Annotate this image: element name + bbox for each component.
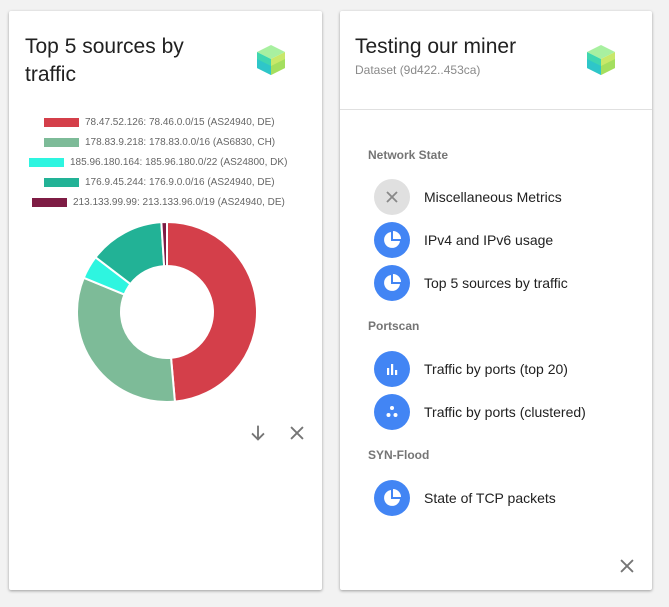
widget-list-item[interactable]: Miscellaneous Metrics	[374, 177, 644, 217]
arrow-down-icon[interactable]	[247, 422, 269, 444]
bar-chart-icon	[387, 364, 398, 375]
widget-label: State of TCP packets	[424, 490, 556, 506]
legend-label: 213.133.99.99: 213.133.96.0/19 (AS24940,…	[73, 196, 285, 208]
legend-swatch	[32, 197, 67, 207]
cube-icon	[587, 45, 615, 75]
widget-label: Traffic by ports (top 20)	[424, 361, 568, 377]
legend-swatch	[29, 157, 64, 167]
cube-icon	[257, 45, 285, 75]
widget-list-item[interactable]: Top 5 sources by traffic	[374, 263, 644, 303]
pie-chart-icon	[384, 231, 401, 248]
widget-list-item[interactable]: Traffic by ports (top 20)	[374, 349, 644, 389]
legend-item[interactable]: 176.9.45.244: 176.9.0.0/16 (AS24940, DE)	[44, 175, 275, 189]
legend-item[interactable]: 185.96.180.164: 185.96.180.0/22 (AS24800…	[29, 155, 287, 169]
legend-swatch	[44, 137, 79, 147]
pie-chart-icon	[384, 274, 401, 291]
dataset-subtitle: Dataset (9d422..453ca)	[355, 63, 481, 77]
legend-item[interactable]: 178.83.9.218: 178.83.0.0/16 (AS6830, CH)	[44, 135, 275, 149]
pie-chart-icon	[384, 489, 401, 506]
card-title: Top 5 sources by traffic	[25, 35, 184, 86]
widget-list-item[interactable]: Traffic by ports (clustered)	[374, 392, 644, 432]
donut-slice[interactable]	[166, 220, 258, 403]
widget-avatar	[374, 222, 410, 258]
section-header: Portscan	[368, 319, 420, 333]
dataset-card: Testing our miner Dataset (9d422..453ca)…	[340, 11, 652, 590]
legend-item[interactable]: 213.133.99.99: 213.133.96.0/19 (AS24940,…	[32, 195, 285, 209]
widget-avatar	[374, 351, 410, 387]
close-icon[interactable]	[616, 555, 638, 577]
donut-chart	[76, 220, 258, 403]
widget-label: Traffic by ports (clustered)	[424, 404, 586, 420]
legend-label: 178.83.9.218: 178.83.0.0/16 (AS6830, CH)	[85, 136, 276, 148]
divider	[340, 109, 652, 110]
section-header: Network State	[368, 148, 449, 162]
chart-card: Top 5 sources by traffic 78.47.52.126: 7…	[9, 11, 322, 590]
legend-swatch	[44, 177, 79, 187]
donut-slice[interactable]	[76, 276, 176, 403]
legend-item[interactable]: 78.47.52.126: 78.46.0.0/15 (AS24940, DE)	[44, 115, 275, 129]
widget-avatar	[374, 265, 410, 301]
legend-swatch	[44, 117, 79, 127]
widget-label: Top 5 sources by traffic	[424, 275, 568, 291]
close-icon	[386, 191, 398, 203]
card-title: Testing our miner	[355, 35, 517, 58]
widget-avatar	[374, 480, 410, 516]
close-icon[interactable]	[286, 422, 308, 444]
legend-label: 176.9.45.244: 176.9.0.0/16 (AS24940, DE)	[85, 176, 275, 188]
widget-avatar	[374, 179, 410, 215]
scatter-plot-icon	[386, 406, 398, 417]
widget-list-item[interactable]: State of TCP packets	[374, 478, 644, 518]
legend-label: 78.47.52.126: 78.46.0.0/15 (AS24940, DE)	[85, 116, 275, 128]
widget-avatar	[374, 394, 410, 430]
widget-list-item[interactable]: IPv4 and IPv6 usage	[374, 220, 644, 260]
widget-label: IPv4 and IPv6 usage	[424, 232, 554, 248]
section-header: SYN-Flood	[368, 448, 430, 462]
widget-label: Miscellaneous Metrics	[424, 189, 562, 205]
legend-label: 185.96.180.164: 185.96.180.0/22 (AS24800…	[70, 156, 288, 168]
